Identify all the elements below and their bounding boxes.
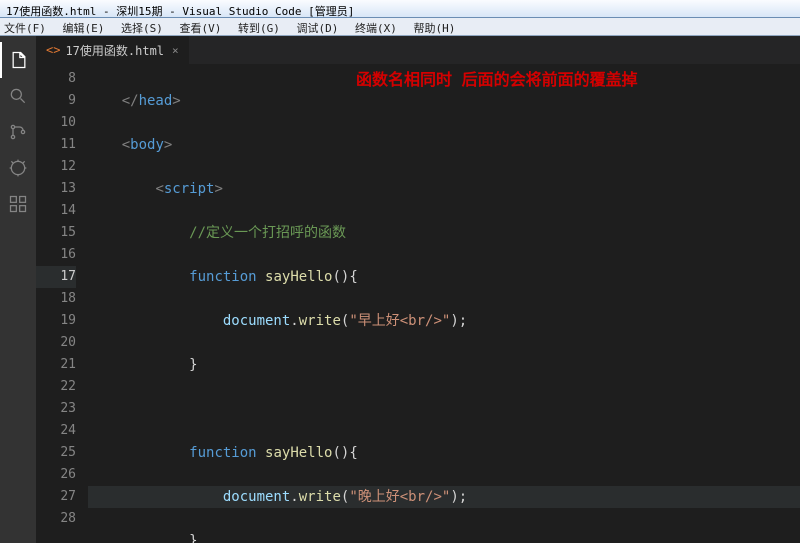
debug-icon[interactable] — [0, 150, 36, 186]
code-line: //定义一个打招呼的函数 — [88, 222, 800, 244]
line-num: 9 — [36, 90, 76, 112]
line-num: 12 — [36, 156, 76, 178]
tab-file[interactable]: <> 17使用函数.html × — [36, 36, 190, 64]
menu-edit[interactable]: 编辑(E) — [63, 22, 105, 35]
line-num: 8 — [36, 68, 76, 90]
menu-help[interactable]: 帮助(H) — [414, 22, 456, 35]
menu-terminal[interactable]: 终端(X) — [355, 22, 397, 35]
tab-label: 17使用函数.html — [65, 42, 164, 59]
search-icon[interactable] — [0, 78, 36, 114]
menu-debug[interactable]: 调试(D) — [297, 22, 339, 35]
line-num: 24 — [36, 420, 76, 442]
line-num: 20 — [36, 332, 76, 354]
line-num: 22 — [36, 376, 76, 398]
code-line: function sayHello(){ — [88, 266, 800, 288]
menu-goto[interactable]: 转到(G) — [238, 22, 280, 35]
line-num: 16 — [36, 244, 76, 266]
code-line: <body> — [88, 134, 800, 156]
menu-select[interactable]: 选择(S) — [121, 22, 163, 35]
explorer-icon[interactable] — [0, 42, 36, 78]
menu-bar: 文件(F) 编辑(E) 选择(S) 查看(V) 转到(G) 调试(D) 终端(X… — [0, 18, 800, 36]
line-num: 10 — [36, 112, 76, 134]
line-num: 23 — [36, 398, 76, 420]
title-bar: 17使用函数.html - 深圳15期 - Visual Studio Code… — [0, 0, 800, 18]
extensions-icon[interactable] — [0, 186, 36, 222]
line-num: 26 — [36, 464, 76, 486]
menu-file[interactable]: 文件(F) — [4, 22, 46, 35]
tab-bar: <> 17使用函数.html × — [36, 36, 800, 64]
code-line: } — [88, 530, 800, 543]
line-num: 14 — [36, 200, 76, 222]
code-line: document.write("晚上好<br/>"); — [88, 486, 800, 508]
line-num: 28 — [36, 508, 76, 530]
source-control-icon[interactable] — [0, 114, 36, 150]
line-num: 19 — [36, 310, 76, 332]
line-number-gutter: 8 9 10 11 12 13 14 15 16 17 18 19 20 21 … — [36, 64, 88, 543]
code-editor[interactable]: 8 9 10 11 12 13 14 15 16 17 18 19 20 21 … — [36, 64, 800, 543]
line-num: 17 — [36, 266, 76, 288]
line-num: 15 — [36, 222, 76, 244]
code-line: function sayHello(){ — [88, 442, 800, 464]
code-content[interactable]: </head> <body> <script> //定义一个打招呼的函数 fun… — [88, 64, 800, 543]
line-num: 13 — [36, 178, 76, 200]
line-num: 21 — [36, 354, 76, 376]
code-line: <script> — [88, 178, 800, 200]
code-line: </head> — [88, 90, 800, 112]
line-num: 11 — [36, 134, 76, 156]
html-icon: <> — [46, 43, 60, 57]
line-num: 27 — [36, 486, 76, 508]
code-line: document.write("早上好<br/>"); — [88, 310, 800, 332]
title-text: 17使用函数.html - 深圳15期 - Visual Studio Code… — [6, 5, 354, 18]
overlay-annotation: 函数名相同时 后面的会将前面的覆盖掉 — [356, 66, 638, 90]
menu-view[interactable]: 查看(V) — [180, 22, 222, 35]
close-icon[interactable]: × — [172, 44, 179, 57]
line-num: 18 — [36, 288, 76, 310]
code-line: } — [88, 354, 800, 376]
activity-bar — [0, 36, 36, 543]
code-line — [88, 398, 800, 420]
line-num: 25 — [36, 442, 76, 464]
